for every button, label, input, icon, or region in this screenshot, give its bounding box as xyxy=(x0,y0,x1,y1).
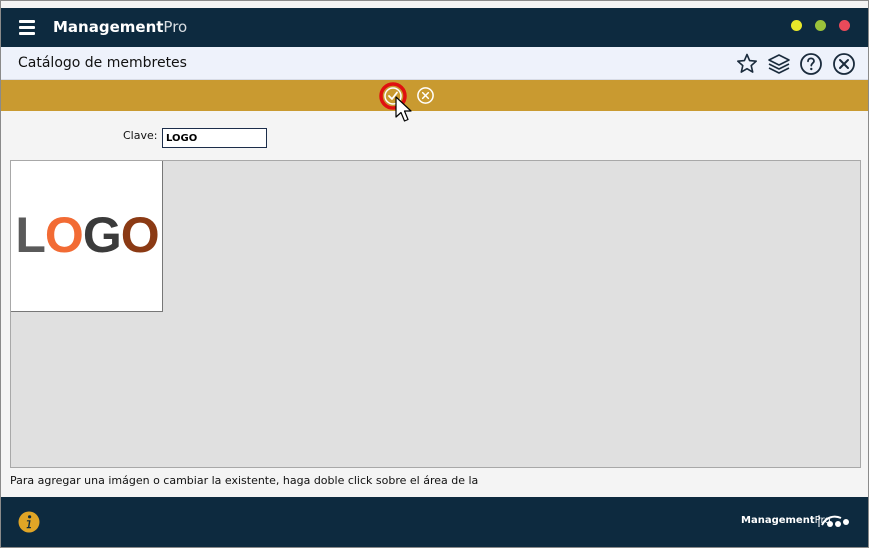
star-icon[interactable] xyxy=(735,52,759,76)
footer-brand-bold: Management xyxy=(741,515,815,526)
logo-letter: G xyxy=(82,207,122,263)
brand-mark-icon xyxy=(818,515,849,527)
brand-bold: Management xyxy=(53,18,164,36)
hint-text: Para agregar una imágen o cambiar la exi… xyxy=(10,474,479,487)
help-icon[interactable] xyxy=(799,52,823,76)
app-window: ManagementPro Catálogo de membretes Clav… xyxy=(0,0,869,548)
footer-bar: ManagementPro xyxy=(1,497,868,547)
clave-input[interactable] xyxy=(162,128,267,148)
brand-light: Pro xyxy=(163,18,188,36)
info-icon[interactable] xyxy=(18,511,40,533)
window-maximize-button[interactable] xyxy=(815,20,826,31)
logo-wordmark: LOGO xyxy=(11,207,163,263)
action-bar xyxy=(1,80,868,111)
logo-image: LOGO xyxy=(11,161,163,312)
hamburger-menu-icon[interactable] xyxy=(19,20,35,35)
cancel-circle-icon[interactable] xyxy=(416,86,435,105)
close-circle-icon[interactable] xyxy=(832,52,856,76)
window-minimize-button[interactable] xyxy=(791,20,802,31)
image-drop-area[interactable]: LOGO xyxy=(10,160,861,468)
title-bar: ManagementPro xyxy=(1,8,868,47)
layers-icon[interactable] xyxy=(767,52,791,76)
logo-letter: O xyxy=(120,207,160,263)
clave-label: Clave: xyxy=(123,129,158,142)
window-close-button[interactable] xyxy=(839,20,850,31)
app-brand: ManagementPro xyxy=(53,18,187,36)
page-header: Catálogo de membretes xyxy=(1,47,868,80)
logo-letter: O xyxy=(44,207,84,263)
check-circle-icon[interactable] xyxy=(379,82,407,110)
logo-letter: L xyxy=(15,207,46,263)
page-title: Catálogo de membretes xyxy=(18,55,187,71)
